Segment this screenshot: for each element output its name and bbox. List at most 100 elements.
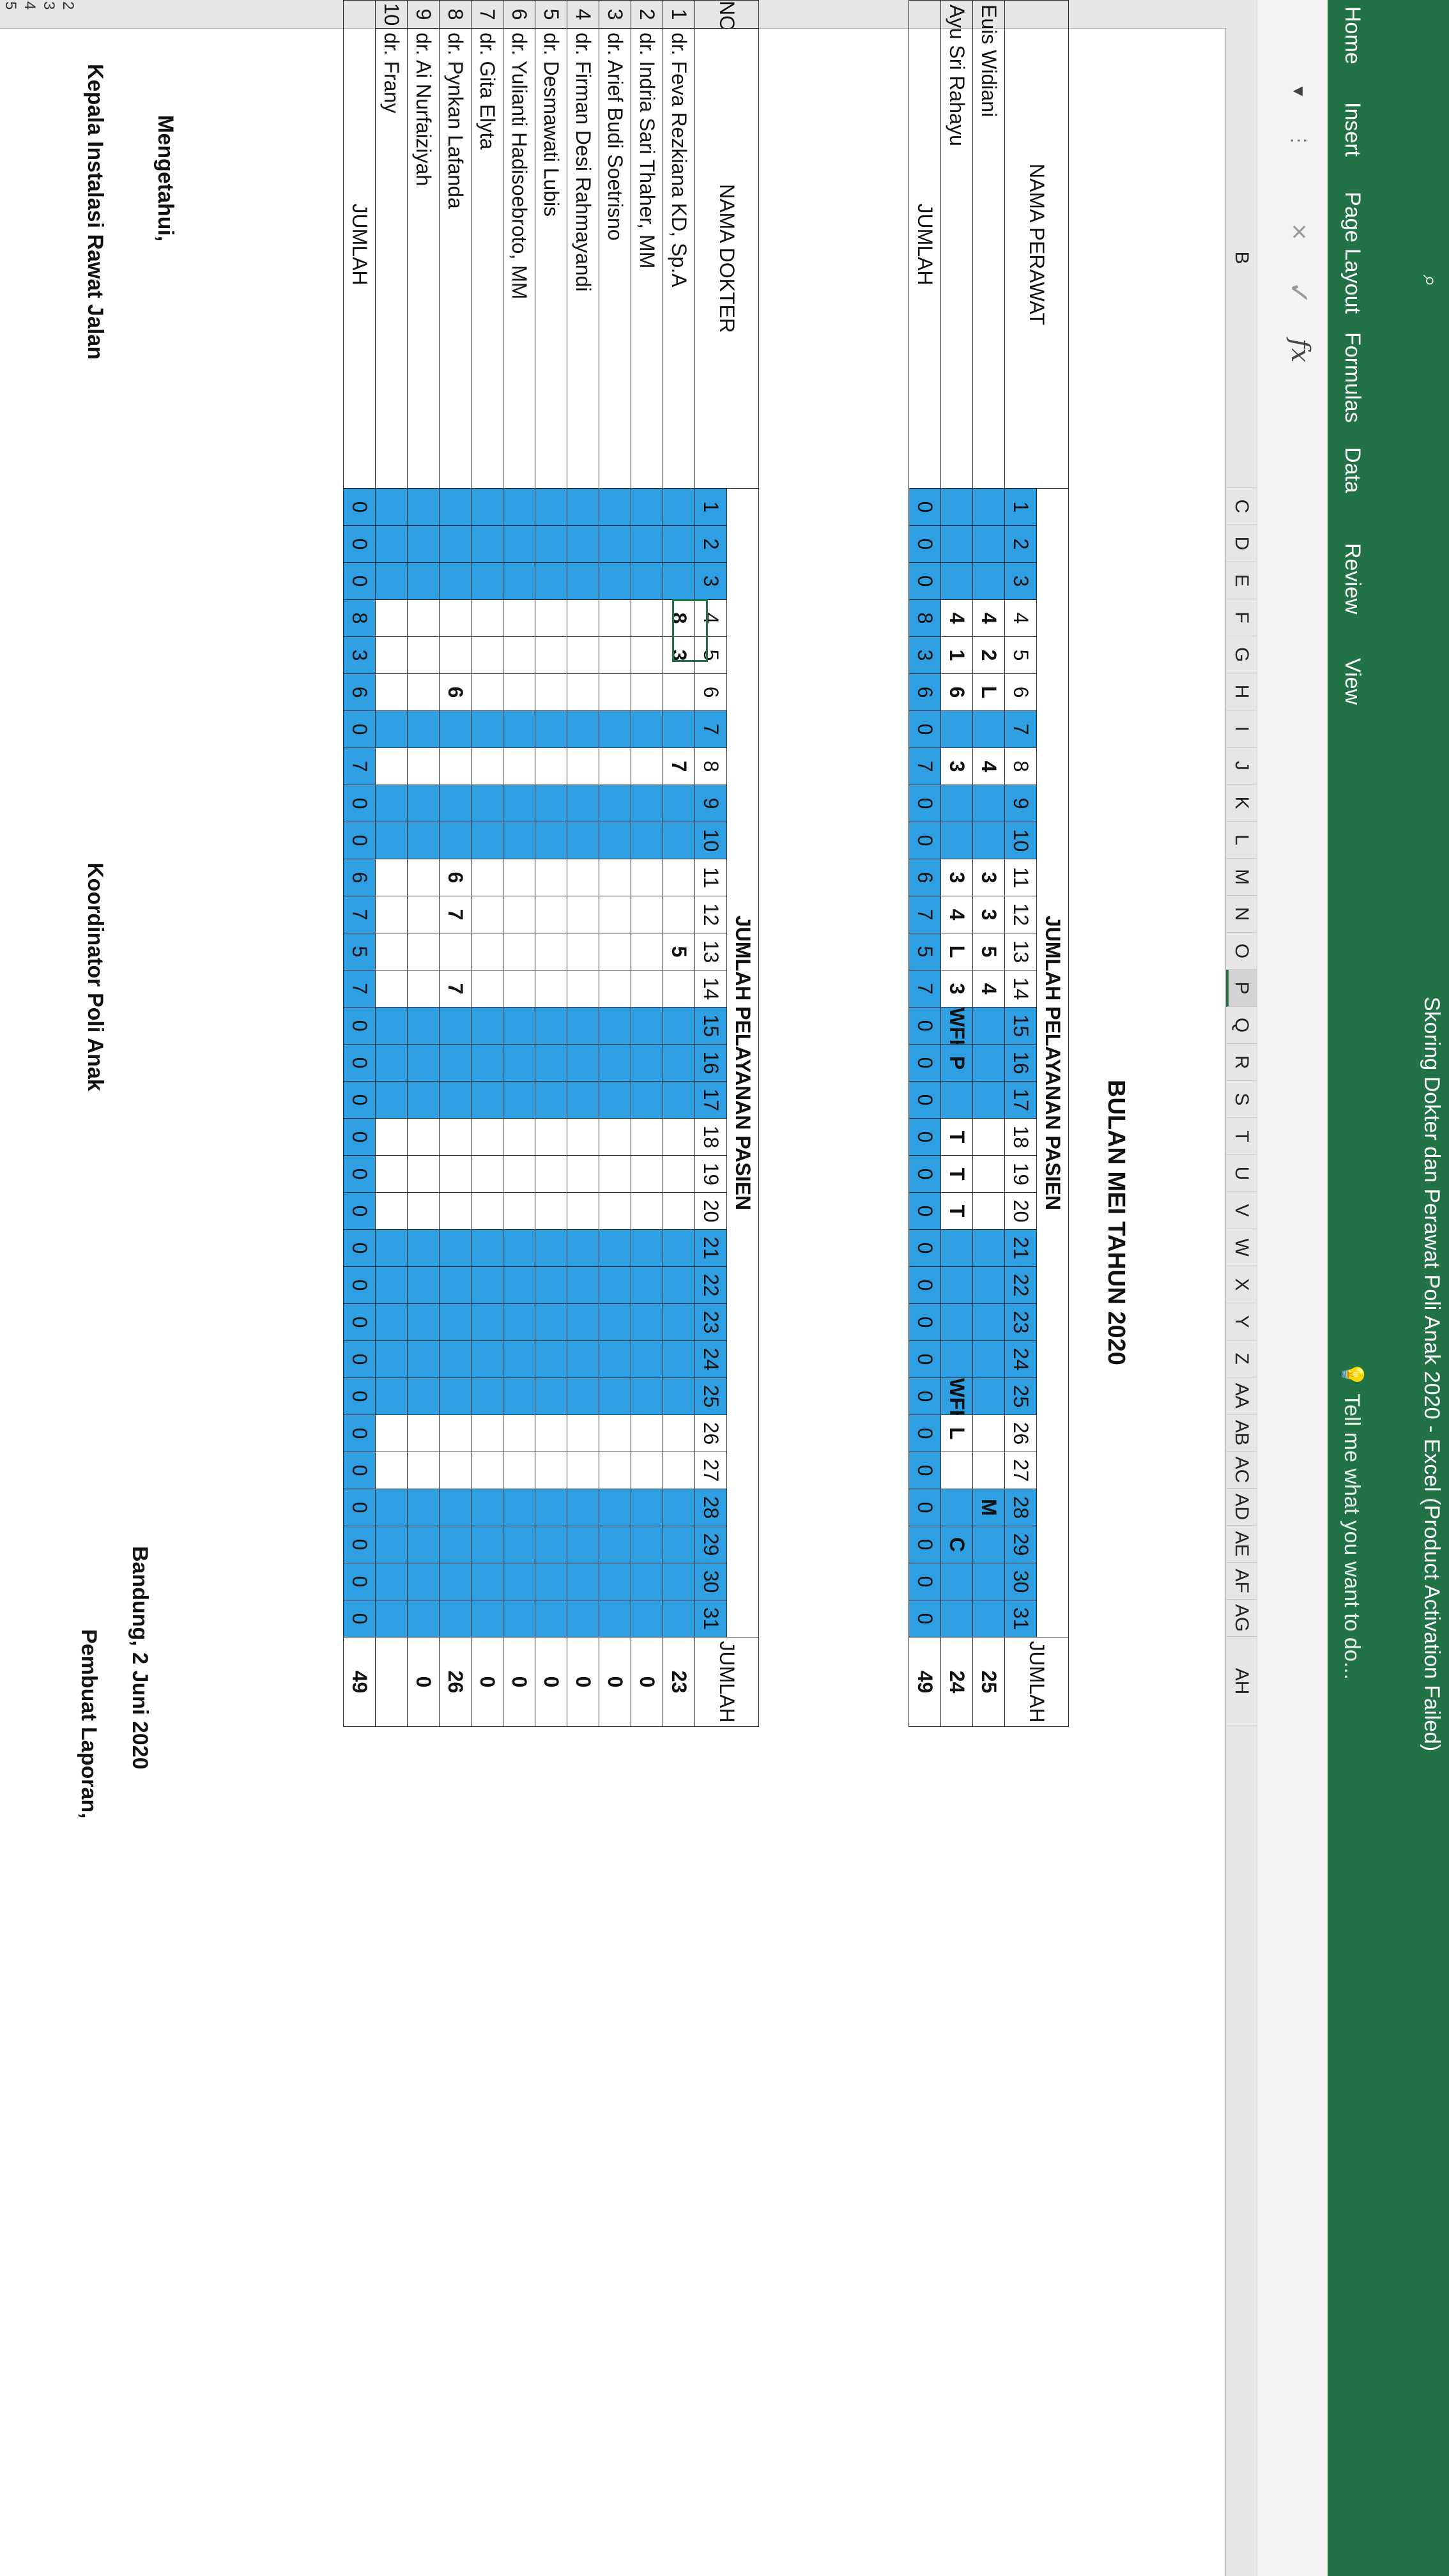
day-cell[interactable] xyxy=(407,933,440,970)
day-header[interactable]: 27 xyxy=(1004,1452,1037,1489)
day-cell[interactable] xyxy=(535,1303,567,1341)
day-cell[interactable] xyxy=(631,1118,663,1156)
day-cell[interactable] xyxy=(567,673,599,711)
day-cell[interactable] xyxy=(663,1044,695,1082)
day-cell[interactable] xyxy=(631,1452,663,1489)
day-cell[interactable] xyxy=(375,970,408,1008)
day-cell[interactable] xyxy=(471,970,503,1008)
day-cell[interactable] xyxy=(599,562,631,600)
day-cell[interactable] xyxy=(471,1266,503,1304)
day-cell[interactable] xyxy=(471,1044,503,1082)
day-cell[interactable] xyxy=(599,1118,631,1156)
insert-function-icon[interactable]: fx xyxy=(1285,339,1315,362)
day-cell[interactable]: M xyxy=(972,1489,1005,1526)
day-cell[interactable] xyxy=(972,1044,1005,1082)
day-cell[interactable] xyxy=(503,1266,535,1304)
day-cell[interactable] xyxy=(439,785,471,822)
day-header[interactable]: 26 xyxy=(1004,1414,1037,1452)
day-cell[interactable] xyxy=(503,488,535,526)
row-no[interactable]: 7 xyxy=(471,0,503,29)
day-cell[interactable] xyxy=(535,1007,567,1045)
day-cell[interactable] xyxy=(439,822,471,859)
day-cell[interactable] xyxy=(407,525,440,563)
day-cell[interactable]: T xyxy=(940,1118,973,1156)
day-cell[interactable] xyxy=(631,1044,663,1082)
day-cell[interactable] xyxy=(407,710,440,748)
sum-cell[interactable]: 0 xyxy=(343,525,376,563)
day-cell[interactable] xyxy=(439,1563,471,1600)
day-cell[interactable]: 3 xyxy=(972,896,1005,933)
day-cell[interactable] xyxy=(940,1229,973,1267)
day-header[interactable]: 7 xyxy=(694,710,727,748)
day-cell[interactable] xyxy=(940,1452,973,1489)
day-cell[interactable] xyxy=(599,1044,631,1082)
day-cell[interactable] xyxy=(599,1452,631,1489)
day-cell[interactable] xyxy=(503,1044,535,1082)
day-cell[interactable] xyxy=(599,1600,631,1637)
day-cell[interactable] xyxy=(940,822,973,859)
day-cell[interactable]: L xyxy=(940,1414,973,1452)
day-cell[interactable] xyxy=(599,1303,631,1341)
day-cell[interactable] xyxy=(567,1377,599,1415)
day-cell[interactable] xyxy=(439,1303,471,1341)
day-cell[interactable] xyxy=(407,859,440,896)
day-cell[interactable] xyxy=(567,1452,599,1489)
day-header[interactable]: 12 xyxy=(1004,896,1037,933)
day-cell[interactable] xyxy=(471,525,503,563)
day-header[interactable]: 14 xyxy=(694,970,727,1008)
day-cell[interactable] xyxy=(439,1489,471,1526)
sum-cell[interactable]: 0 xyxy=(908,822,941,859)
day-cell[interactable] xyxy=(972,1563,1005,1600)
day-cell[interactable] xyxy=(631,1007,663,1045)
row-total[interactable]: 23 xyxy=(663,1637,695,1727)
day-cell[interactable] xyxy=(535,859,567,896)
day-cell[interactable] xyxy=(375,896,408,933)
day-header[interactable]: 7 xyxy=(1004,710,1037,748)
day-cell[interactable] xyxy=(631,822,663,859)
row-no[interactable]: 10 xyxy=(375,0,408,29)
day-cell[interactable] xyxy=(375,1229,408,1267)
day-header[interactable]: 13 xyxy=(694,933,727,970)
day-cell[interactable] xyxy=(375,599,408,637)
day-cell[interactable] xyxy=(471,562,503,600)
sum-cell[interactable]: 0 xyxy=(908,1563,941,1600)
day-header[interactable]: 4 xyxy=(1004,599,1037,637)
column-header-e[interactable]: E xyxy=(1226,562,1257,599)
day-header[interactable]: 10 xyxy=(1004,822,1037,859)
day-cell[interactable] xyxy=(503,1414,535,1452)
day-cell[interactable] xyxy=(631,1489,663,1526)
row-no[interactable]: 5 xyxy=(535,0,567,29)
day-cell[interactable] xyxy=(599,933,631,970)
day-cell[interactable] xyxy=(407,636,440,674)
day-cell[interactable] xyxy=(972,1303,1005,1341)
day-cell[interactable] xyxy=(972,1081,1005,1119)
day-cell[interactable] xyxy=(471,1303,503,1341)
day-cell[interactable] xyxy=(503,1192,535,1230)
day-header[interactable]: 17 xyxy=(694,1081,727,1119)
day-cell[interactable] xyxy=(663,1118,695,1156)
day-cell[interactable] xyxy=(407,673,440,711)
row-name[interactable]: dr. Yulianti Hadisoebroto, MM xyxy=(503,28,535,489)
day-cell[interactable]: T xyxy=(940,1192,973,1230)
day-cell[interactable] xyxy=(503,599,535,637)
day-cell[interactable] xyxy=(535,1229,567,1267)
column-header-y[interactable]: Y xyxy=(1226,1303,1257,1340)
day-cell[interactable] xyxy=(663,1155,695,1193)
day-cell[interactable] xyxy=(663,1489,695,1526)
day-cell[interactable] xyxy=(972,525,1005,563)
sum-cell[interactable]: 0 xyxy=(908,1526,941,1563)
day-cell[interactable]: 5 xyxy=(972,933,1005,970)
day-header[interactable]: 18 xyxy=(694,1118,727,1156)
sum-cell[interactable]: 0 xyxy=(908,710,941,748)
day-cell[interactable] xyxy=(535,1155,567,1193)
day-cell[interactable] xyxy=(631,1563,663,1600)
day-cell[interactable]: 7 xyxy=(663,747,695,785)
day-cell[interactable] xyxy=(940,488,973,526)
day-cell[interactable] xyxy=(471,1452,503,1489)
day-cell[interactable] xyxy=(375,933,408,970)
row-total[interactable]: 0 xyxy=(631,1637,663,1727)
day-cell[interactable] xyxy=(972,1155,1005,1193)
day-cell[interactable] xyxy=(599,785,631,822)
day-cell[interactable] xyxy=(503,970,535,1008)
row-name[interactable]: dr. Gita Elyta xyxy=(471,28,503,489)
